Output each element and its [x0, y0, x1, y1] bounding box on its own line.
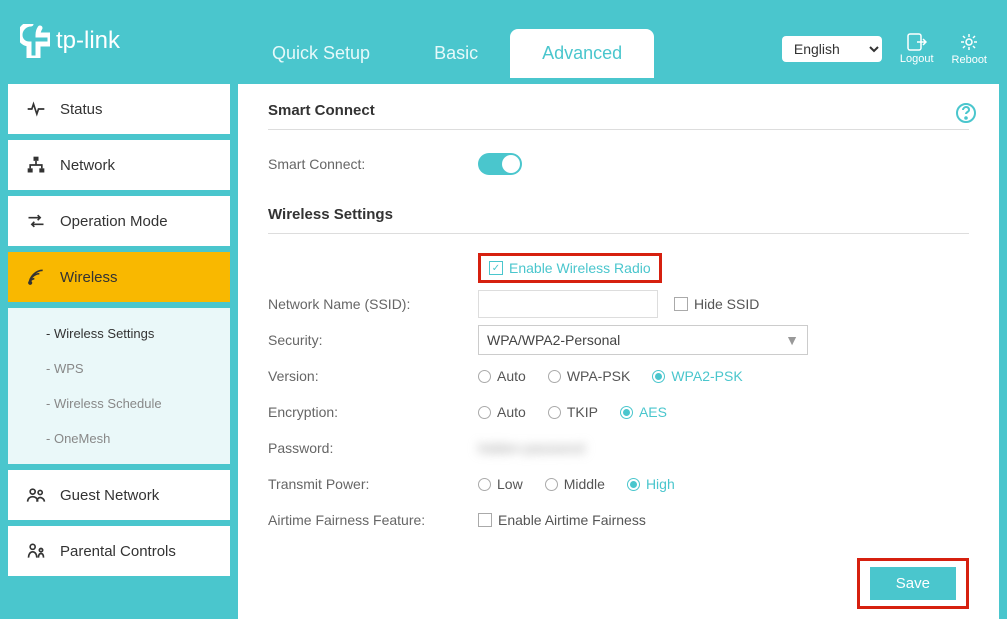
- version-auto[interactable]: Auto: [478, 368, 526, 384]
- hide-ssid-checkbox[interactable]: [674, 297, 688, 311]
- logout-label: Logout: [900, 53, 934, 65]
- sub-onemesh[interactable]: - OneMesh: [8, 421, 230, 456]
- help-button[interactable]: [955, 102, 977, 127]
- network-icon: [26, 155, 46, 175]
- header-right: English Logout Reboot: [782, 32, 987, 78]
- enable-radio-label: Enable Wireless Radio: [509, 260, 651, 276]
- tab-basic[interactable]: Basic: [402, 29, 510, 78]
- section-smart-connect-title: Smart Connect: [268, 102, 969, 130]
- sidebar-submenu: - Wireless Settings - WPS - Wireless Sch…: [8, 308, 230, 464]
- enable-radio-checkbox[interactable]: ✓: [489, 261, 503, 275]
- sidebar-label: Network: [60, 157, 115, 174]
- sub-wps[interactable]: - WPS: [8, 351, 230, 386]
- tplink-logo-icon: [20, 24, 50, 58]
- airtime-checkbox-label: Enable Airtime Fairness: [498, 512, 646, 528]
- reboot-icon: [959, 32, 979, 52]
- tab-advanced[interactable]: Advanced: [510, 29, 654, 78]
- power-radio-group: Low Middle High: [478, 476, 675, 492]
- encryption-aes[interactable]: AES: [620, 404, 667, 420]
- version-label: Version:: [268, 368, 478, 384]
- security-dropdown[interactable]: WPA/WPA2-Personal ▼: [478, 325, 808, 355]
- password-label: Password:: [268, 440, 478, 456]
- power-middle[interactable]: Middle: [545, 476, 605, 492]
- sub-wireless-settings[interactable]: - Wireless Settings: [8, 316, 230, 351]
- sidebar-item-wireless[interactable]: Wireless: [8, 252, 230, 302]
- version-radio-group: Auto WPA-PSK WPA2-PSK: [478, 368, 743, 384]
- sidebar-item-operation-mode[interactable]: Operation Mode: [8, 196, 230, 246]
- ssid-label: Network Name (SSID):: [268, 296, 478, 312]
- brand-logo: tp-link: [20, 24, 120, 58]
- enable-radio-highlight: ✓ Enable Wireless Radio: [478, 253, 662, 283]
- status-icon: [26, 99, 46, 119]
- logout-icon: [907, 33, 927, 51]
- version-wpa2-psk[interactable]: WPA2-PSK: [652, 368, 742, 384]
- save-button[interactable]: Save: [870, 567, 956, 600]
- sidebar-label: Status: [60, 101, 103, 118]
- sidebar: Status Network Operation Mode Wireless -…: [0, 78, 230, 619]
- sidebar-item-network[interactable]: Network: [8, 140, 230, 190]
- sidebar-item-parental-controls[interactable]: Parental Controls: [8, 526, 230, 576]
- smart-connect-label: Smart Connect:: [268, 156, 478, 172]
- sidebar-label: Guest Network: [60, 487, 159, 504]
- sidebar-item-status[interactable]: Status: [8, 84, 230, 134]
- encryption-tkip[interactable]: TKIP: [548, 404, 598, 420]
- security-value: WPA/WPA2-Personal: [487, 332, 620, 348]
- ssid-input[interactable]: [478, 290, 658, 318]
- encryption-label: Encryption:: [268, 404, 478, 420]
- sidebar-label: Wireless: [60, 269, 118, 286]
- hide-ssid-label: Hide SSID: [694, 296, 759, 312]
- top-tabs: Quick Setup Basic Advanced: [240, 29, 654, 78]
- sidebar-label: Operation Mode: [60, 213, 168, 230]
- sub-wireless-schedule[interactable]: - Wireless Schedule: [8, 386, 230, 421]
- parental-icon: [26, 541, 46, 561]
- power-low[interactable]: Low: [478, 476, 523, 492]
- logo-area: tp-link: [20, 24, 240, 78]
- brand-text: tp-link: [56, 27, 120, 55]
- encryption-auto[interactable]: Auto: [478, 404, 526, 420]
- airtime-checkbox[interactable]: [478, 513, 492, 527]
- help-icon: [955, 102, 977, 124]
- password-value: hidden-password: [478, 440, 585, 456]
- airtime-label: Airtime Fairness Feature:: [268, 512, 478, 528]
- encryption-radio-group: Auto TKIP AES: [478, 404, 667, 420]
- section-wireless-title: Wireless Settings: [268, 206, 969, 234]
- header: tp-link Quick Setup Basic Advanced Engli…: [0, 0, 1007, 78]
- reboot-label: Reboot: [952, 54, 987, 66]
- save-area: Save: [268, 558, 969, 609]
- body: Status Network Operation Mode Wireless -…: [0, 78, 1007, 619]
- smart-connect-toggle[interactable]: [478, 153, 522, 175]
- wireless-icon: [26, 267, 46, 287]
- save-highlight: Save: [857, 558, 969, 609]
- guest-network-icon: [26, 485, 46, 505]
- chevron-down-icon: ▼: [785, 332, 799, 348]
- reboot-button[interactable]: Reboot: [952, 32, 987, 66]
- security-label: Security:: [268, 332, 478, 348]
- sidebar-item-guest-network[interactable]: Guest Network: [8, 470, 230, 520]
- version-wpa-psk[interactable]: WPA-PSK: [548, 368, 631, 384]
- sidebar-label: Parental Controls: [60, 543, 176, 560]
- language-select[interactable]: English: [782, 36, 882, 62]
- tab-quick-setup[interactable]: Quick Setup: [240, 29, 402, 78]
- power-high[interactable]: High: [627, 476, 675, 492]
- operation-mode-icon: [26, 211, 46, 231]
- power-label: Transmit Power:: [268, 476, 478, 492]
- main-content: Smart Connect Smart Connect: Wireless Se…: [238, 84, 999, 619]
- logout-button[interactable]: Logout: [900, 33, 934, 65]
